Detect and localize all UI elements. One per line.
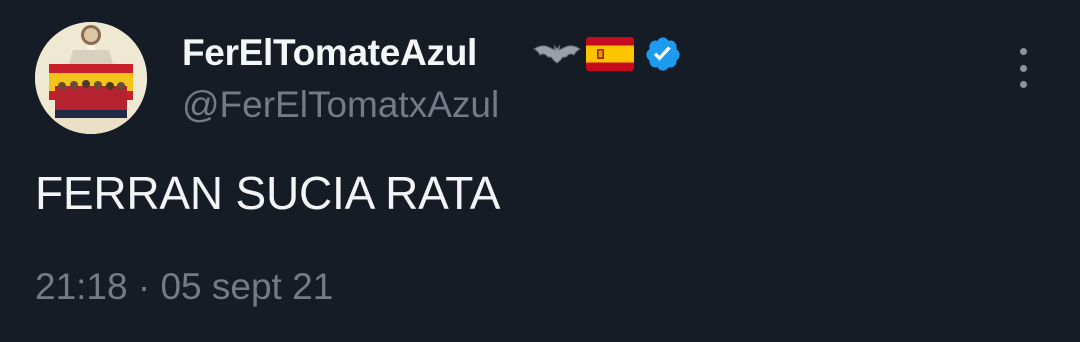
user-handle[interactable]: @FerElTomatxAzul	[182, 84, 499, 126]
display-name[interactable]: FerElTomateAzul	[182, 32, 477, 74]
avatar-image	[35, 22, 147, 134]
verified-badge-icon[interactable]	[644, 35, 682, 73]
more-dot	[1019, 81, 1027, 88]
bat-icon	[533, 44, 581, 64]
tweet-timestamp[interactable]: 21:18 · 05 sept 21	[35, 266, 333, 308]
more-dot	[1019, 64, 1027, 72]
tweet-text: FERRAN SUCIA RATA	[35, 167, 501, 219]
spain-flag-icon	[586, 37, 634, 71]
more-vertical-icon	[1019, 48, 1027, 55]
avatar[interactable]	[35, 22, 147, 134]
tweet-card: FerElTomateAzul @FerElTomatxAzul FERRAN …	[0, 0, 1080, 342]
name-badges	[532, 32, 682, 76]
more-options-button[interactable]	[1006, 48, 1040, 88]
